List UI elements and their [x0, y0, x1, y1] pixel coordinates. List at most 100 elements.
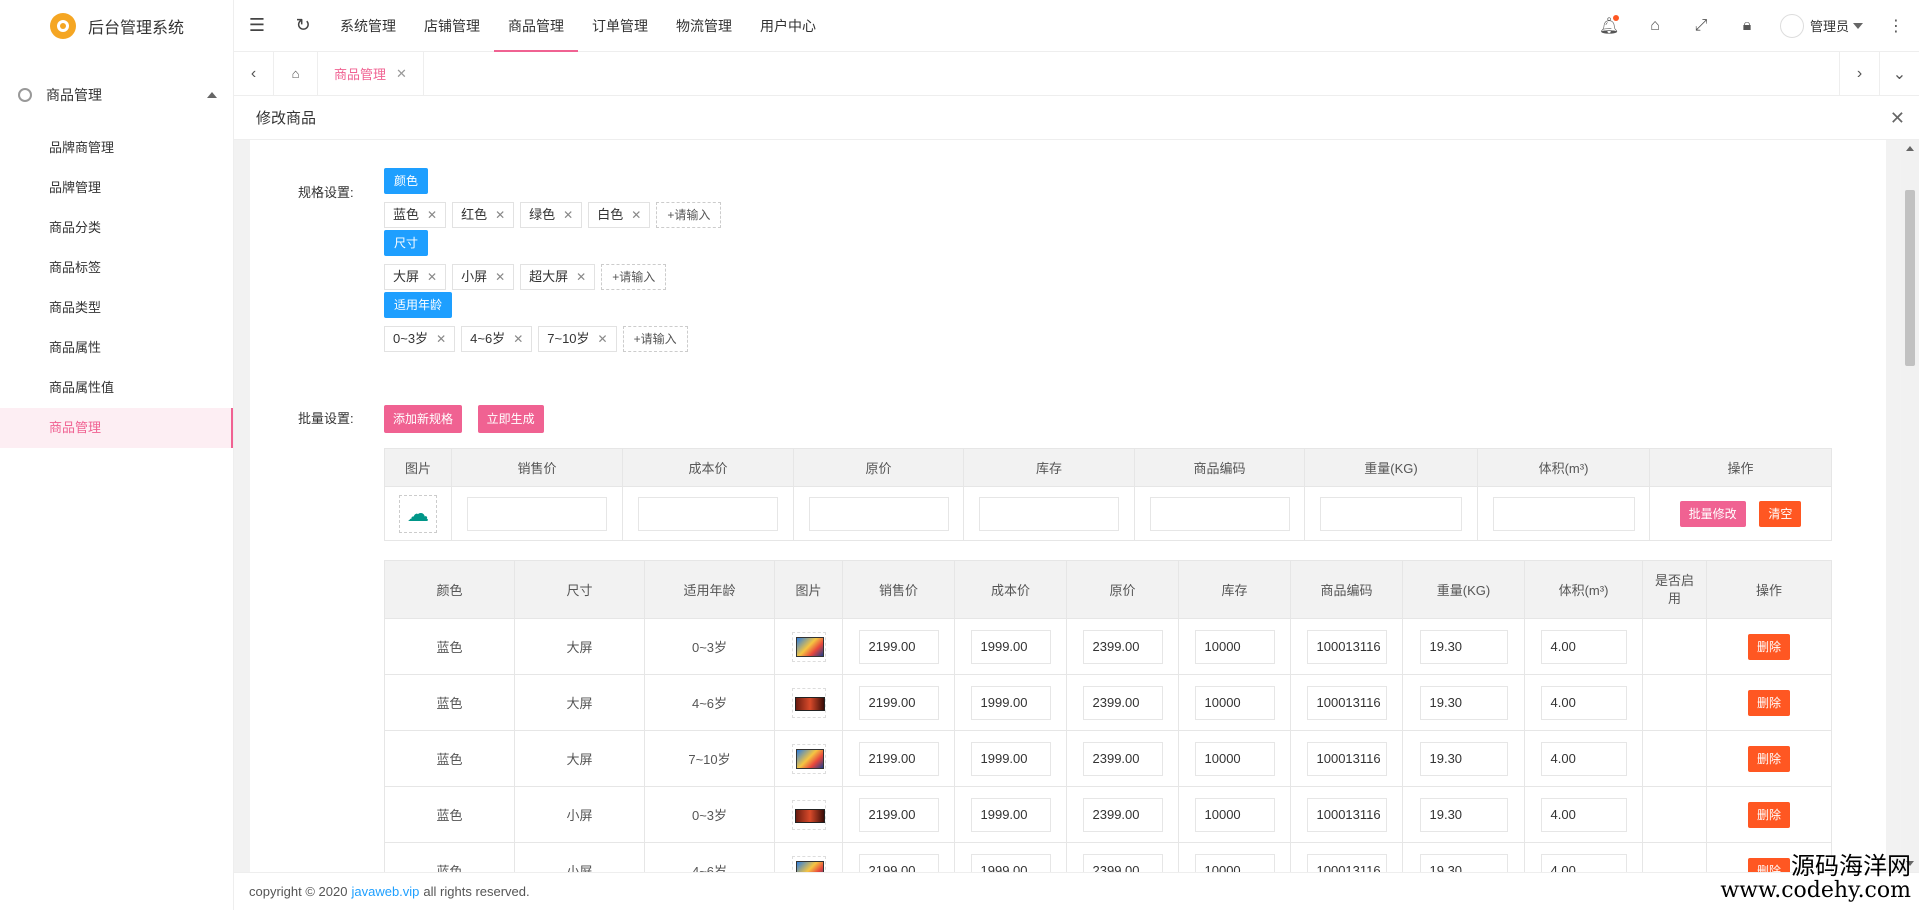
batch-orig-input[interactable] [808, 496, 949, 531]
sku-sale-input[interactable]: 2199.00 [858, 741, 939, 776]
more-icon[interactable]: ⋮ [1873, 0, 1919, 52]
close-icon[interactable]: ✕ [427, 265, 437, 289]
batch-volume-input[interactable] [1492, 496, 1635, 531]
sku-volume-input[interactable]: 4.00 [1540, 797, 1627, 832]
sku-weight-input[interactable]: 19.30 [1419, 629, 1508, 664]
sku-cost-input[interactable]: 1999.00 [970, 629, 1051, 664]
nav-item-0[interactable]: 系统管理 [326, 0, 410, 52]
user-menu[interactable]: 管理员 [1770, 13, 1873, 38]
scrollbar[interactable] [1901, 140, 1919, 872]
product-thumbnail[interactable] [791, 687, 826, 718]
sku-sale-input[interactable]: 2199.00 [858, 797, 939, 832]
sku-stock-input[interactable]: 10000 [1194, 741, 1275, 776]
tab-product[interactable]: 商品管理 ✕ [318, 51, 424, 96]
sidebar-item-3[interactable]: 商品标签 [0, 248, 233, 288]
sku-volume-input[interactable]: 4.00 [1540, 629, 1627, 664]
upload-cloud-icon[interactable]: ☁ [399, 494, 437, 533]
close-icon[interactable]: ✕ [495, 265, 505, 289]
close-icon[interactable]: ✕ [631, 203, 641, 227]
sku-orig-input[interactable]: 2399.00 [1082, 797, 1163, 832]
sku-cell-enabled[interactable] [1642, 618, 1707, 675]
close-icon[interactable]: ✕ [598, 327, 608, 351]
sku-weight-input[interactable]: 19.30 [1419, 741, 1508, 776]
refresh-icon[interactable]: ↻ [280, 0, 326, 52]
product-thumbnail[interactable] [791, 631, 826, 662]
sku-sale-input[interactable]: 2199.00 [858, 685, 939, 720]
spec-value-input[interactable]: +请输入 [601, 264, 667, 290]
sku-weight-input[interactable]: 19.30 [1419, 797, 1508, 832]
fullscreen-icon[interactable]: ⤢ [1678, 0, 1724, 52]
spec-value-input[interactable]: +请输入 [622, 326, 688, 352]
delete-button[interactable]: 删除 [1747, 633, 1790, 660]
tabs-dropdown-icon[interactable]: ⌄ [1879, 51, 1919, 96]
sku-code-input[interactable]: 100013116 [1306, 685, 1387, 720]
sidebar-item-7[interactable]: 商品管理 [0, 408, 233, 448]
home-icon[interactable]: ⌂ [274, 51, 318, 96]
sku-cell-enabled[interactable] [1642, 842, 1707, 872]
product-thumbnail[interactable] [791, 743, 826, 774]
delete-button[interactable]: 删除 [1747, 801, 1790, 828]
sku-cell-enabled[interactable] [1642, 674, 1707, 731]
sidebar-group-product[interactable]: 商品管理 [0, 80, 233, 110]
sku-volume-input[interactable]: 4.00 [1540, 685, 1627, 720]
sku-code-input[interactable]: 100013116 [1306, 797, 1387, 832]
sku-orig-input[interactable]: 2399.00 [1082, 629, 1163, 664]
sku-code-input[interactable]: 100013116 [1306, 629, 1387, 664]
sku-orig-input[interactable]: 2399.00 [1082, 685, 1163, 720]
sidebar-item-4[interactable]: 商品类型 [0, 288, 233, 328]
close-icon[interactable]: ✕ [513, 327, 523, 351]
sku-orig-input[interactable]: 2399.00 [1082, 741, 1163, 776]
product-thumbnail[interactable] [791, 855, 826, 872]
batch-weight-input[interactable] [1320, 496, 1462, 531]
sku-stock-input[interactable]: 10000 [1194, 685, 1275, 720]
sku-stock-input[interactable]: 10000 [1194, 797, 1275, 832]
batch-stock-input[interactable] [979, 496, 1119, 531]
sku-cost-input[interactable]: 1999.00 [970, 741, 1051, 776]
close-icon[interactable]: ✕ [495, 203, 505, 227]
spec-group-button[interactable]: 尺寸 [384, 230, 429, 256]
nav-item-5[interactable]: 用户中心 [746, 0, 830, 52]
sidebar-item-5[interactable]: 商品属性 [0, 328, 233, 368]
sku-weight-input[interactable]: 19.30 [1419, 853, 1508, 872]
generate-button[interactable]: 立即生成 [477, 405, 544, 433]
nav-item-3[interactable]: 订单管理 [578, 0, 662, 52]
sidebar-item-1[interactable]: 品牌管理 [0, 168, 233, 208]
spec-group-button[interactable]: 适用年龄 [384, 292, 453, 318]
close-icon[interactable]: ✕ [396, 66, 407, 82]
menu-toggle-icon[interactable]: ☰ [234, 0, 280, 52]
sku-code-input[interactable]: 100013116 [1306, 741, 1387, 776]
batch-cost-input[interactable] [638, 496, 778, 531]
bell-icon[interactable]: 🔔︎ [1586, 0, 1632, 52]
sku-weight-input[interactable]: 19.30 [1419, 685, 1508, 720]
sidebar-item-6[interactable]: 商品属性值 [0, 368, 233, 408]
batch-code-input[interactable] [1149, 496, 1290, 531]
sku-cell-enabled[interactable] [1642, 786, 1707, 843]
clear-button[interactable]: 清空 [1759, 500, 1802, 527]
nav-item-1[interactable]: 店铺管理 [410, 0, 494, 52]
sku-volume-input[interactable]: 4.00 [1540, 853, 1627, 872]
sku-cost-input[interactable]: 1999.00 [970, 853, 1051, 872]
close-icon[interactable]: ✕ [563, 203, 573, 227]
nav-item-2[interactable]: 商品管理 [494, 0, 578, 52]
app-logo[interactable]: 后台管理系统 [0, 0, 233, 52]
footer-link[interactable]: javaweb.vip [351, 884, 419, 899]
nav-item-4[interactable]: 物流管理 [662, 0, 746, 52]
sku-sale-input[interactable]: 2199.00 [858, 629, 939, 664]
sidebar-item-2[interactable]: 商品分类 [0, 208, 233, 248]
batch-modify-button[interactable]: 批量修改 [1679, 500, 1746, 527]
sku-code-input[interactable]: 100013116 [1306, 853, 1387, 872]
delete-button[interactable]: 删除 [1747, 689, 1790, 716]
close-icon[interactable]: ✕ [436, 327, 446, 351]
lock-icon[interactable]: 🔒︎ [1724, 0, 1770, 52]
delete-button[interactable]: 删除 [1747, 745, 1790, 772]
sku-cell-enabled[interactable] [1642, 730, 1707, 787]
scrollbar-thumb[interactable] [1905, 190, 1915, 366]
tag-icon[interactable]: ⌂ [1632, 0, 1678, 52]
product-thumbnail[interactable] [791, 799, 826, 830]
batch-sale-input[interactable] [467, 496, 607, 531]
tabs-prev-icon[interactable]: ‹ [234, 51, 274, 96]
close-icon[interactable]: ✕ [576, 265, 586, 289]
spec-group-button[interactable]: 颜色 [384, 168, 429, 194]
sku-stock-input[interactable]: 10000 [1194, 629, 1275, 664]
tabs-next-icon[interactable]: › [1839, 51, 1879, 96]
